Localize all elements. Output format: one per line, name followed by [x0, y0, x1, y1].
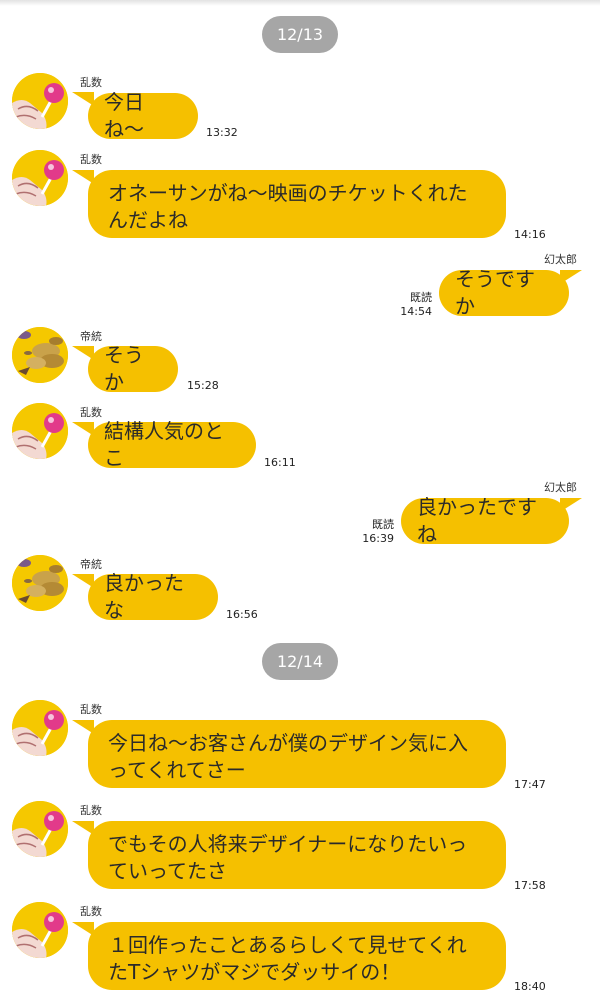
message-time: 17:58: [514, 879, 546, 892]
sender-name: 幻太郎: [544, 253, 577, 266]
message-bubble[interactable]: そうか: [88, 343, 178, 394]
sender-name: 乱数: [80, 76, 102, 89]
coins-avatar-icon: [12, 327, 68, 383]
read-status: 既読 16:39: [358, 518, 394, 546]
message-text: そうですか: [455, 267, 535, 318]
avatar-ranpo[interactable]: [12, 403, 68, 459]
lollipop-avatar-icon: [12, 73, 68, 129]
sender-name: 帝統: [80, 558, 102, 571]
sender-name: 幻太郎: [544, 481, 577, 494]
lollipop-avatar-icon: [12, 150, 68, 206]
date-separator: 12/14: [262, 643, 338, 680]
message-text: 良かったですね: [417, 495, 537, 546]
message-text: 良かったな: [104, 571, 184, 622]
sender-name: 乱数: [80, 703, 102, 716]
message-time: 16:39: [362, 532, 394, 545]
avatar-ranpo[interactable]: [12, 150, 68, 206]
lollipop-avatar-icon: [12, 700, 68, 756]
message-time: 14:16: [514, 228, 546, 241]
avatar-ranpo[interactable]: [12, 700, 68, 756]
avatar-dice[interactable]: [12, 555, 68, 611]
lollipop-avatar-icon: [12, 801, 68, 857]
avatar-ranpo[interactable]: [12, 801, 68, 857]
top-shadow: [0, 0, 600, 6]
read-label: 既読: [372, 518, 394, 531]
lollipop-avatar-icon: [12, 902, 68, 958]
sender-name: 乱数: [80, 905, 102, 918]
message-time: 13:32: [206, 126, 238, 139]
coins-avatar-icon: [12, 555, 68, 611]
avatar-ranpo[interactable]: [12, 73, 68, 129]
read-status: 既読 14:54: [396, 291, 432, 319]
message-bubble[interactable]: 今日ね〜お客さんが僕のデザイン気に入ってくれてさー: [88, 720, 506, 788]
message-time: 16:11: [264, 456, 296, 469]
message-text: 結構人気のとこ: [104, 419, 224, 470]
message-text: １回作ったことあるらしくて見せてくれたTシャツがマジでダッサイの！: [108, 933, 467, 984]
sender-name: 乱数: [80, 153, 102, 166]
message-text: 今日ね〜: [104, 90, 144, 141]
message-text: そうか: [104, 343, 144, 394]
message-text: 今日ね〜お客さんが僕のデザイン気に入ってくれてさー: [108, 731, 468, 782]
message-bubble[interactable]: そうですか: [439, 267, 569, 318]
message-bubble[interactable]: でもその人将来デザイナーになりたいっていってたさ: [88, 821, 506, 889]
lollipop-avatar-icon: [12, 403, 68, 459]
message-bubble[interactable]: 今日ね〜: [88, 90, 198, 141]
message-text: でもその人将来デザイナーになりたいっていってたさ: [108, 832, 468, 883]
message-bubble[interactable]: １回作ったことあるらしくて見せてくれたTシャツがマジでダッサイの！: [88, 922, 506, 990]
message-time: 15:28: [187, 379, 219, 392]
sender-name: 乱数: [80, 406, 102, 419]
date-separator: 12/13: [262, 16, 338, 53]
message-time: 16:56: [226, 608, 258, 621]
avatar-dice[interactable]: [12, 327, 68, 383]
message-text: オネーサンがね〜映画のチケットくれたんだよね: [108, 181, 468, 232]
message-bubble[interactable]: 結構人気のとこ: [88, 419, 256, 470]
message-bubble[interactable]: オネーサンがね〜映画のチケットくれたんだよね: [88, 170, 506, 238]
message-time: 14:54: [400, 305, 432, 318]
message-time: 18:40: [514, 980, 546, 993]
avatar-ranpo[interactable]: [12, 902, 68, 958]
message-bubble[interactable]: 良かったな: [88, 571, 218, 622]
message-time: 17:47: [514, 778, 546, 791]
read-label: 既読: [410, 291, 432, 304]
sender-name: 帝統: [80, 330, 102, 343]
sender-name: 乱数: [80, 804, 102, 817]
message-bubble[interactable]: 良かったですね: [401, 495, 569, 546]
